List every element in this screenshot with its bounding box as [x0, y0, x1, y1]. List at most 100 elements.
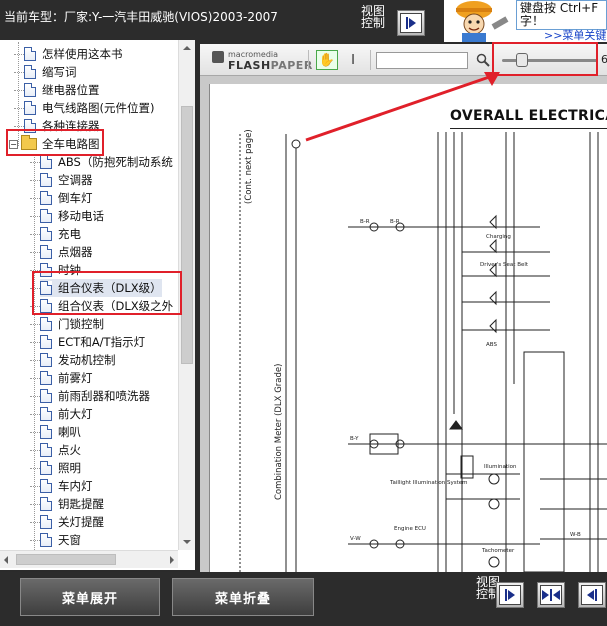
document-icon [24, 65, 36, 79]
label-taillight: Taillight Illumination System [389, 480, 468, 486]
tree-item[interactable]: 前雨刮器和喷洗器 [40, 387, 150, 405]
document-icon [40, 425, 52, 439]
menu-collapse-button[interactable]: 菜单折叠 [172, 578, 314, 616]
tree-item[interactable]: 照明 [40, 459, 81, 477]
document-icon [40, 209, 52, 223]
tree-item-label: 充电 [58, 227, 81, 241]
scroll-thumb[interactable] [181, 106, 193, 364]
document-icon [40, 245, 52, 259]
current-vehicle-title: 当前车型：厂家:Y-一汽丰田威驰(VIOS)2003-2007 [4, 10, 278, 24]
document-icon [40, 353, 52, 367]
label-abs: ABS [486, 342, 497, 348]
tree-item-label: 点火 [58, 443, 81, 457]
tree-item-label: 电气线路图(元件位置) [42, 101, 155, 115]
flashpaper-logo: macromedia FLASHPAPER [212, 50, 313, 71]
ad-banner: 键盘按 Ctrl+F 字！ >>菜单关键 [444, 0, 607, 42]
tree-item-label: 发动机控制 [58, 353, 116, 367]
tree-item[interactable]: 钥匙提醒 [40, 495, 104, 513]
tree-item-label: 缩写词 [42, 65, 77, 79]
tree-item-label: 前大灯 [58, 407, 93, 421]
label-driver-seat-belt: Driver's Seat Belt [480, 262, 529, 268]
document-icon [40, 371, 52, 385]
view-next-button[interactable] [397, 10, 425, 36]
document-icon [24, 83, 36, 97]
tree-item-label: 空调器 [58, 173, 93, 187]
tree-item[interactable]: 充电 [40, 225, 81, 243]
view-next-button-bottom[interactable] [496, 582, 524, 608]
document-icon [40, 191, 52, 205]
tree-item-label: 前雨刮器和喷洗器 [58, 389, 150, 403]
arrow-right-icon [542, 590, 549, 600]
document-icon [40, 389, 52, 403]
tree-item-label: 继电器位置 [42, 83, 100, 97]
tree-item[interactable]: 前雾灯 [40, 369, 93, 387]
label-vw: V-W [350, 536, 361, 542]
label-by: B-Y [350, 436, 359, 442]
tree-item[interactable]: 喇叭 [40, 423, 81, 441]
tree-item[interactable]: 电气线路图(元件位置) [24, 99, 154, 117]
document-icon [24, 47, 36, 61]
document-icon [40, 335, 52, 349]
menu-keyword-link[interactable]: >>菜单关键 [544, 27, 606, 42]
document-icon [40, 479, 52, 493]
scroll-down-icon[interactable] [179, 534, 195, 550]
arrow-left-icon [587, 590, 594, 600]
document-icon [40, 227, 52, 241]
scroll-up-icon[interactable] [179, 40, 195, 56]
zoom-value: 6 [601, 53, 607, 66]
label-illumination: Illumination [484, 464, 517, 470]
tree-item[interactable]: 车内灯 [40, 477, 93, 495]
document-icon [40, 317, 52, 331]
tree-item[interactable]: 缩写词 [24, 63, 77, 81]
document-icon [40, 173, 52, 187]
tree-item[interactable]: 移动电话 [40, 207, 104, 225]
tree-item[interactable]: 天窗 [40, 531, 81, 549]
tree-item-label: 钥匙提醒 [58, 497, 104, 511]
label-charging: Charging [486, 234, 511, 240]
tree-item[interactable]: 怎样使用这本书 [24, 45, 123, 63]
tree-item-label: 点烟器 [58, 245, 93, 259]
highlight-box-folder [6, 129, 104, 156]
tree-item-label: 怎样使用这本书 [42, 47, 123, 61]
document-icon [40, 461, 52, 475]
view-prev-button[interactable] [578, 582, 606, 608]
ad-hint-box: 键盘按 Ctrl+F 字！ [516, 0, 607, 30]
tree-item[interactable]: 关灯提醒 [40, 513, 104, 531]
tree-item[interactable]: 倒车灯 [40, 189, 93, 207]
document-icon [40, 497, 52, 511]
tree-item[interactable]: 点火 [40, 441, 81, 459]
mascot-icon [444, 0, 516, 42]
scroll-right-icon[interactable] [170, 556, 174, 564]
tree-item-label: 车内灯 [58, 479, 93, 493]
tree-item[interactable]: 门锁控制 [40, 315, 104, 333]
tree-item[interactable]: 发动机控制 [40, 351, 116, 369]
tree-item-label: 移动电话 [58, 209, 104, 223]
tree-item-label: 喇叭 [58, 425, 81, 439]
tree-item-label: 天窗 [58, 533, 81, 547]
red-arrow-annotation [305, 72, 500, 142]
label-wb: W-B [570, 532, 581, 538]
tree-item[interactable]: 空调器 [40, 171, 93, 189]
wiring-diagram: B-R B-R Charging Driver's Seat Belt ABS … [239, 132, 607, 572]
tree-item[interactable]: 继电器位置 [24, 81, 100, 99]
arrow-right-icon [508, 590, 515, 600]
scroll-left-icon[interactable] [4, 556, 8, 564]
bottom-bar: 菜单展开 菜单折叠 视图控制 [0, 572, 607, 626]
tree-item-label: ECT和A/T指示灯 [58, 335, 146, 349]
sidebar-horizontal-scrollbar[interactable] [0, 550, 178, 568]
tree-item-label: 关灯提醒 [58, 515, 104, 529]
label-br: B-R [360, 219, 370, 225]
document-page: OVERALL ELECTRICAL (Cont. next page) Com… [209, 84, 607, 572]
view-split-button[interactable] [537, 582, 565, 608]
document-icon [24, 101, 36, 115]
document-icon [40, 407, 52, 421]
menu-expand-button[interactable]: 菜单展开 [20, 578, 160, 616]
view-control-label: 视图控制 [361, 4, 386, 30]
hscroll-thumb[interactable] [16, 554, 116, 565]
arrow-right-icon [409, 18, 416, 28]
tree-item[interactable]: 点烟器 [40, 243, 93, 261]
tree-item[interactable]: 前大灯 [40, 405, 93, 423]
label-tachometer: Tachometer [481, 548, 515, 554]
document-icon [40, 533, 52, 547]
tree-item[interactable]: ECT和A/T指示灯 [40, 333, 145, 351]
